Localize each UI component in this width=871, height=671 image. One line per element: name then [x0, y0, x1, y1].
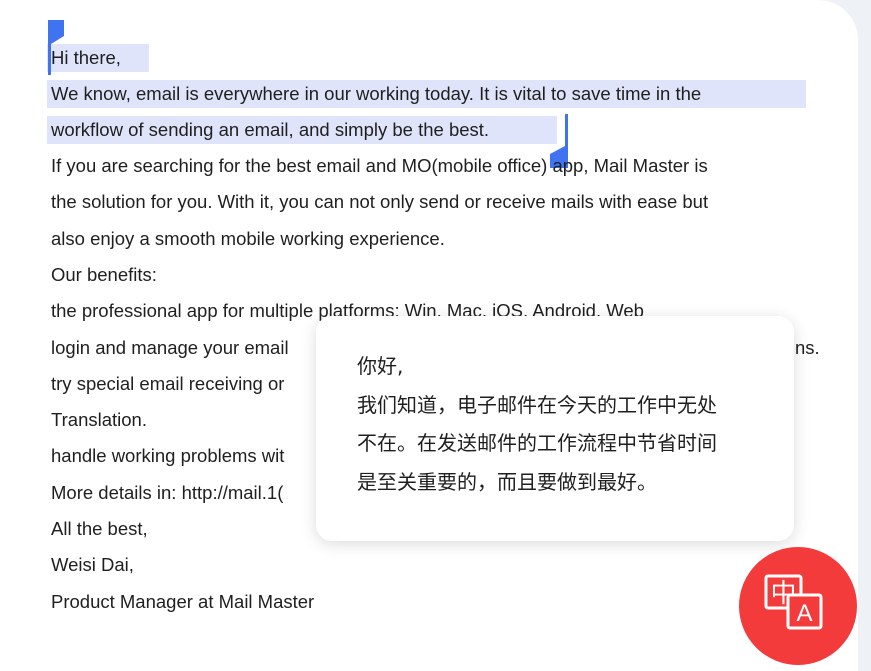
- translation-line: 我们知道，电子邮件在今天的工作中无处: [357, 393, 717, 417]
- email-line-signature: Product Manager at Mail Master: [51, 591, 315, 612]
- email-line: also enjoy a smooth mobile working exper…: [51, 228, 445, 249]
- email-line: try special email receiving or: [51, 373, 285, 394]
- email-line: workflow of sending an email, and simply…: [51, 119, 490, 140]
- email-line: More details in: http://mail.1(: [51, 482, 284, 503]
- translation-line: 你好,: [357, 354, 404, 378]
- translation-line: 是至关重要的，而且要做到最好。: [357, 470, 657, 494]
- email-line: login and manage your email: [51, 337, 289, 358]
- email-line: If you are searching for the best email …: [51, 155, 708, 176]
- email-line-suffix: ns.: [795, 337, 820, 358]
- email-line: We know, email is everywhere in our work…: [51, 83, 702, 104]
- email-line-greeting: Hi there,: [51, 47, 121, 68]
- email-line: Our benefits:: [51, 264, 157, 285]
- email-line: Translation.: [51, 409, 147, 430]
- email-line: handle working problems wit: [51, 445, 285, 466]
- email-line: the solution for you. With it, you can n…: [51, 191, 709, 212]
- translate-icon: 中 A: [764, 574, 823, 630]
- email-line: All the best,: [51, 518, 148, 539]
- translation-line: 不在。在发送邮件的工作流程中节省时间: [357, 431, 717, 455]
- email-body-card: Hi there, We know, email is everywhere i…: [0, 0, 858, 671]
- translate-target-glyph: A: [796, 600, 812, 627]
- translate-button[interactable]: 中 A: [739, 547, 857, 665]
- translation-popup: 你好, 我们知道，电子邮件在今天的工作中无处 不在。在发送邮件的工作流程中节省时…: [316, 316, 794, 541]
- email-line: Weisi Dai,: [51, 554, 134, 575]
